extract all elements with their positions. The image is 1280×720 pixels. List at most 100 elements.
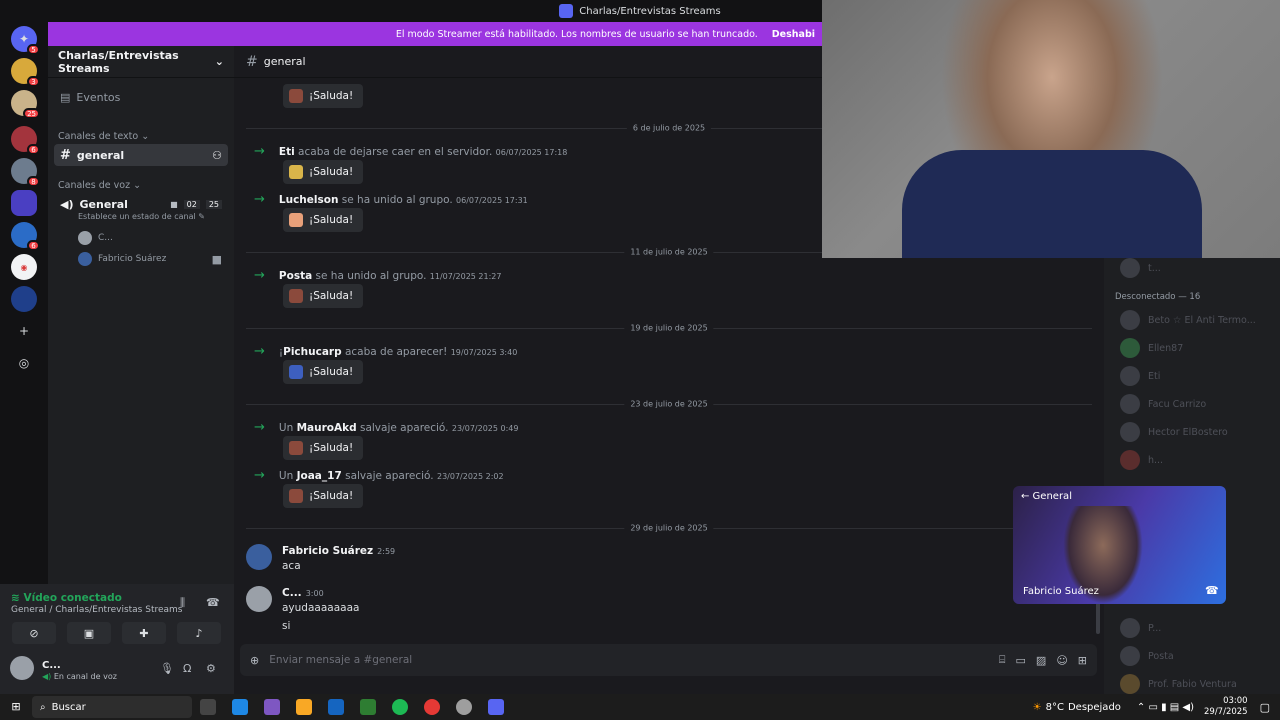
system-tray-icons[interactable]: ⌃ ▭ ▮ ▤ ◀) [1137,702,1194,713]
add-attachment-icon[interactable]: ⊕ [250,654,259,667]
task-view-icon[interactable] [200,699,216,715]
clock[interactable]: 03:00 29/7/2025 [1204,696,1248,718]
camera-off-button[interactable]: ⊘ [12,622,56,644]
member-item[interactable]: Beto ☆ El Anti Termo... [1120,310,1256,330]
hash-icon: # [246,53,258,70]
obs-icon[interactable] [456,699,472,715]
disconnect-icon[interactable]: ☎ [206,596,220,609]
join-user-name[interactable]: Posta [279,270,312,282]
join-user-name[interactable]: Pichucarp [283,346,341,358]
server-icon[interactable]: 25 [11,90,40,119]
server-icon[interactable]: 8 [11,158,40,187]
member-item[interactable]: Hector ElBostero [1120,422,1228,442]
discover-icon[interactable]: ◎ [11,350,37,376]
edge-icon[interactable] [232,699,248,715]
saluda-button[interactable]: ¡Saluda! [283,84,364,108]
message-author[interactable]: Fabricio Suárez [282,545,373,557]
voice-user[interactable]: Fabricio Suárez ■ [72,248,228,270]
voice-status[interactable]: ≋ Vídeo conectado [11,592,122,604]
events-item[interactable]: ▤ Eventos [54,86,228,108]
timestamp: 23/07/2025 0:49 [451,423,519,433]
sticker-picker-icon[interactable]: ▨ [1036,654,1046,667]
chrome-icon[interactable] [424,699,440,715]
member-list: t... Desconectado — 16 Beto ☆ El Anti Te… [1104,258,1280,694]
member-item[interactable]: h... [1120,450,1163,470]
join-user-name[interactable]: Eti [279,146,295,158]
server-icon[interactable]: 6 [11,126,40,155]
member-item[interactable]: Eti [1120,366,1160,386]
member-item[interactable]: Facu Carrizo [1120,394,1206,414]
noise-suppression-icon[interactable]: ⫼ [180,596,185,610]
clock-date: 29/7/2025 [1204,707,1248,717]
disable-streamer-button[interactable]: Deshabi [772,29,815,40]
weather-desc: Despejado [1067,701,1121,713]
saluda-button[interactable]: ¡Saluda! [283,484,364,508]
channel-item-general[interactable]: # general ⚇ [54,144,228,166]
notification-badge: 8 [27,176,40,187]
member-item[interactable]: Ellen87 [1120,338,1183,358]
spotify-icon[interactable] [392,699,408,715]
notifications-icon[interactable]: ▢ [1260,701,1270,714]
taskbar-search[interactable]: ⌕ Buscar [32,696,192,718]
server-icon[interactable]: ◉ [11,254,37,280]
notification-badge: 25 [23,108,40,119]
add-member-icon[interactable]: ⚇ [212,149,222,162]
member-item[interactable]: P... [1120,618,1161,638]
member-item[interactable]: t... [1120,258,1161,278]
saluda-button[interactable]: ¡Saluda! [283,160,364,184]
soundboard-button[interactable]: ♪ [177,622,221,644]
voice-user-name: C... [98,233,113,243]
join-user-name[interactable]: Joaa_17 [297,470,342,482]
server-icon[interactable]: 3 [11,58,40,87]
activities-button[interactable]: ✚ [122,622,166,644]
server-header[interactable]: Charlas/Entrevistas Streams ⌄ [48,46,234,78]
microphone-icon[interactable]: 🎙︎ [160,662,174,675]
message-input[interactable]: Enviar mensaje a #general [269,654,989,666]
headphones-icon[interactable]: Ω [183,662,191,675]
hang-up-icon[interactable]: ☎ [1205,584,1219,597]
member-item[interactable]: Prof. Fabio Ventura [1120,674,1237,694]
discord-taskbar-icon[interactable] [488,699,504,715]
voice-status-prompt[interactable]: Establece un estado de canal ✎ [78,212,205,221]
avatar[interactable] [246,544,272,570]
settings-icon[interactable]: ⚙ [206,662,216,675]
store-icon[interactable] [360,699,376,715]
calendar-icon: ▤ [60,90,71,104]
saluda-button[interactable]: ¡Saluda! [283,360,364,384]
member-item[interactable]: Posta [1120,646,1174,666]
apps-icon[interactable]: ⊞ [1078,654,1087,667]
outlook-icon[interactable] [328,699,344,715]
copilot-icon[interactable] [264,699,280,715]
windows-start-icon[interactable]: ⊞ [8,699,24,715]
user-avatar[interactable] [10,656,34,680]
saluda-button[interactable]: ¡Saluda! [283,284,364,308]
timestamp: 06/07/2025 17:18 [495,147,568,157]
avatar[interactable] [246,586,272,612]
saluda-button[interactable]: ¡Saluda! [283,208,364,232]
server-icon[interactable]: 6 [11,222,40,251]
signal-icon: ≋ [11,592,20,604]
user-status-text: En canal de voz [53,672,117,681]
server-icon[interactable] [11,286,37,312]
join-user-name[interactable]: Luchelson [279,194,339,206]
picture-in-picture-video[interactable]: ← General Fabricio Suárez ☎ [1013,486,1226,604]
saluda-button[interactable]: ¡Saluda! [283,436,364,460]
category-voice-channels[interactable]: Canales de voz ⌄ [58,180,141,191]
server-icon-active[interactable] [11,190,37,216]
category-text-channels[interactable]: Canales de texto ⌄ [58,131,149,142]
voice-user[interactable]: C... [72,227,228,249]
message-author[interactable]: C... [282,587,302,599]
message-text: ayudaaaaaaaa [282,602,360,614]
join-message: → Eti acaba de dejarse caer en el servido… [254,144,567,159]
join-user-name[interactable]: MauroAkd [297,422,357,434]
direct-messages-button[interactable]: ✦ 5 [11,26,40,55]
gif-icon[interactable]: ▭ [1016,654,1026,667]
weather-widget[interactable]: ☀ 8°C Despejado [1033,702,1121,713]
add-server-icon[interactable]: + [11,318,37,344]
emoji-icon[interactable]: ☺ [1056,654,1067,667]
voice-location[interactable]: General / Charlas/Entrevistas Streams [11,605,182,615]
file-explorer-icon[interactable] [296,699,312,715]
screen-share-button[interactable]: ▣ [67,622,111,644]
gift-icon[interactable]: ⌸ [999,653,1006,667]
pip-back-button[interactable]: ← General [1021,491,1072,502]
